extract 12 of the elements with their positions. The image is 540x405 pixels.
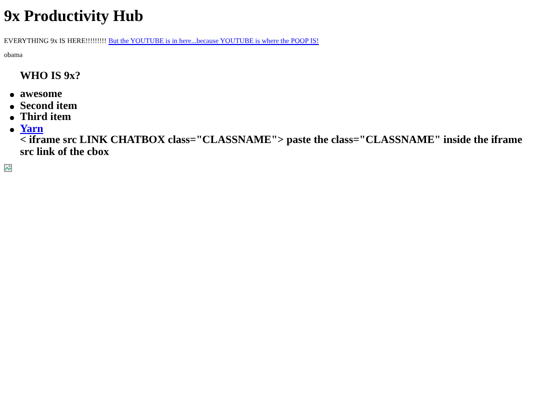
bullet-icon [10, 116, 14, 120]
list-item-text: awesome [20, 89, 62, 100]
page-title: 9x Productivity Hub [4, 8, 144, 26]
bullet-icon [10, 128, 14, 132]
list-item-text: Third item [20, 112, 72, 124]
bullet-icon [10, 93, 14, 97]
list-link[interactable]: Yarn [20, 124, 44, 135]
instruction-text: < iframe src LINK CHATBOX class="CLASSNAME"> paste the class="CLASSNAME" inside the iframe src link of the cbox [20, 135, 524, 158]
list-item-text: Second item [20, 100, 78, 112]
broken-image-icon [4, 164, 12, 172]
subheading: WHO IS 9x? [20, 70, 82, 83]
bullet-icon [10, 104, 14, 108]
